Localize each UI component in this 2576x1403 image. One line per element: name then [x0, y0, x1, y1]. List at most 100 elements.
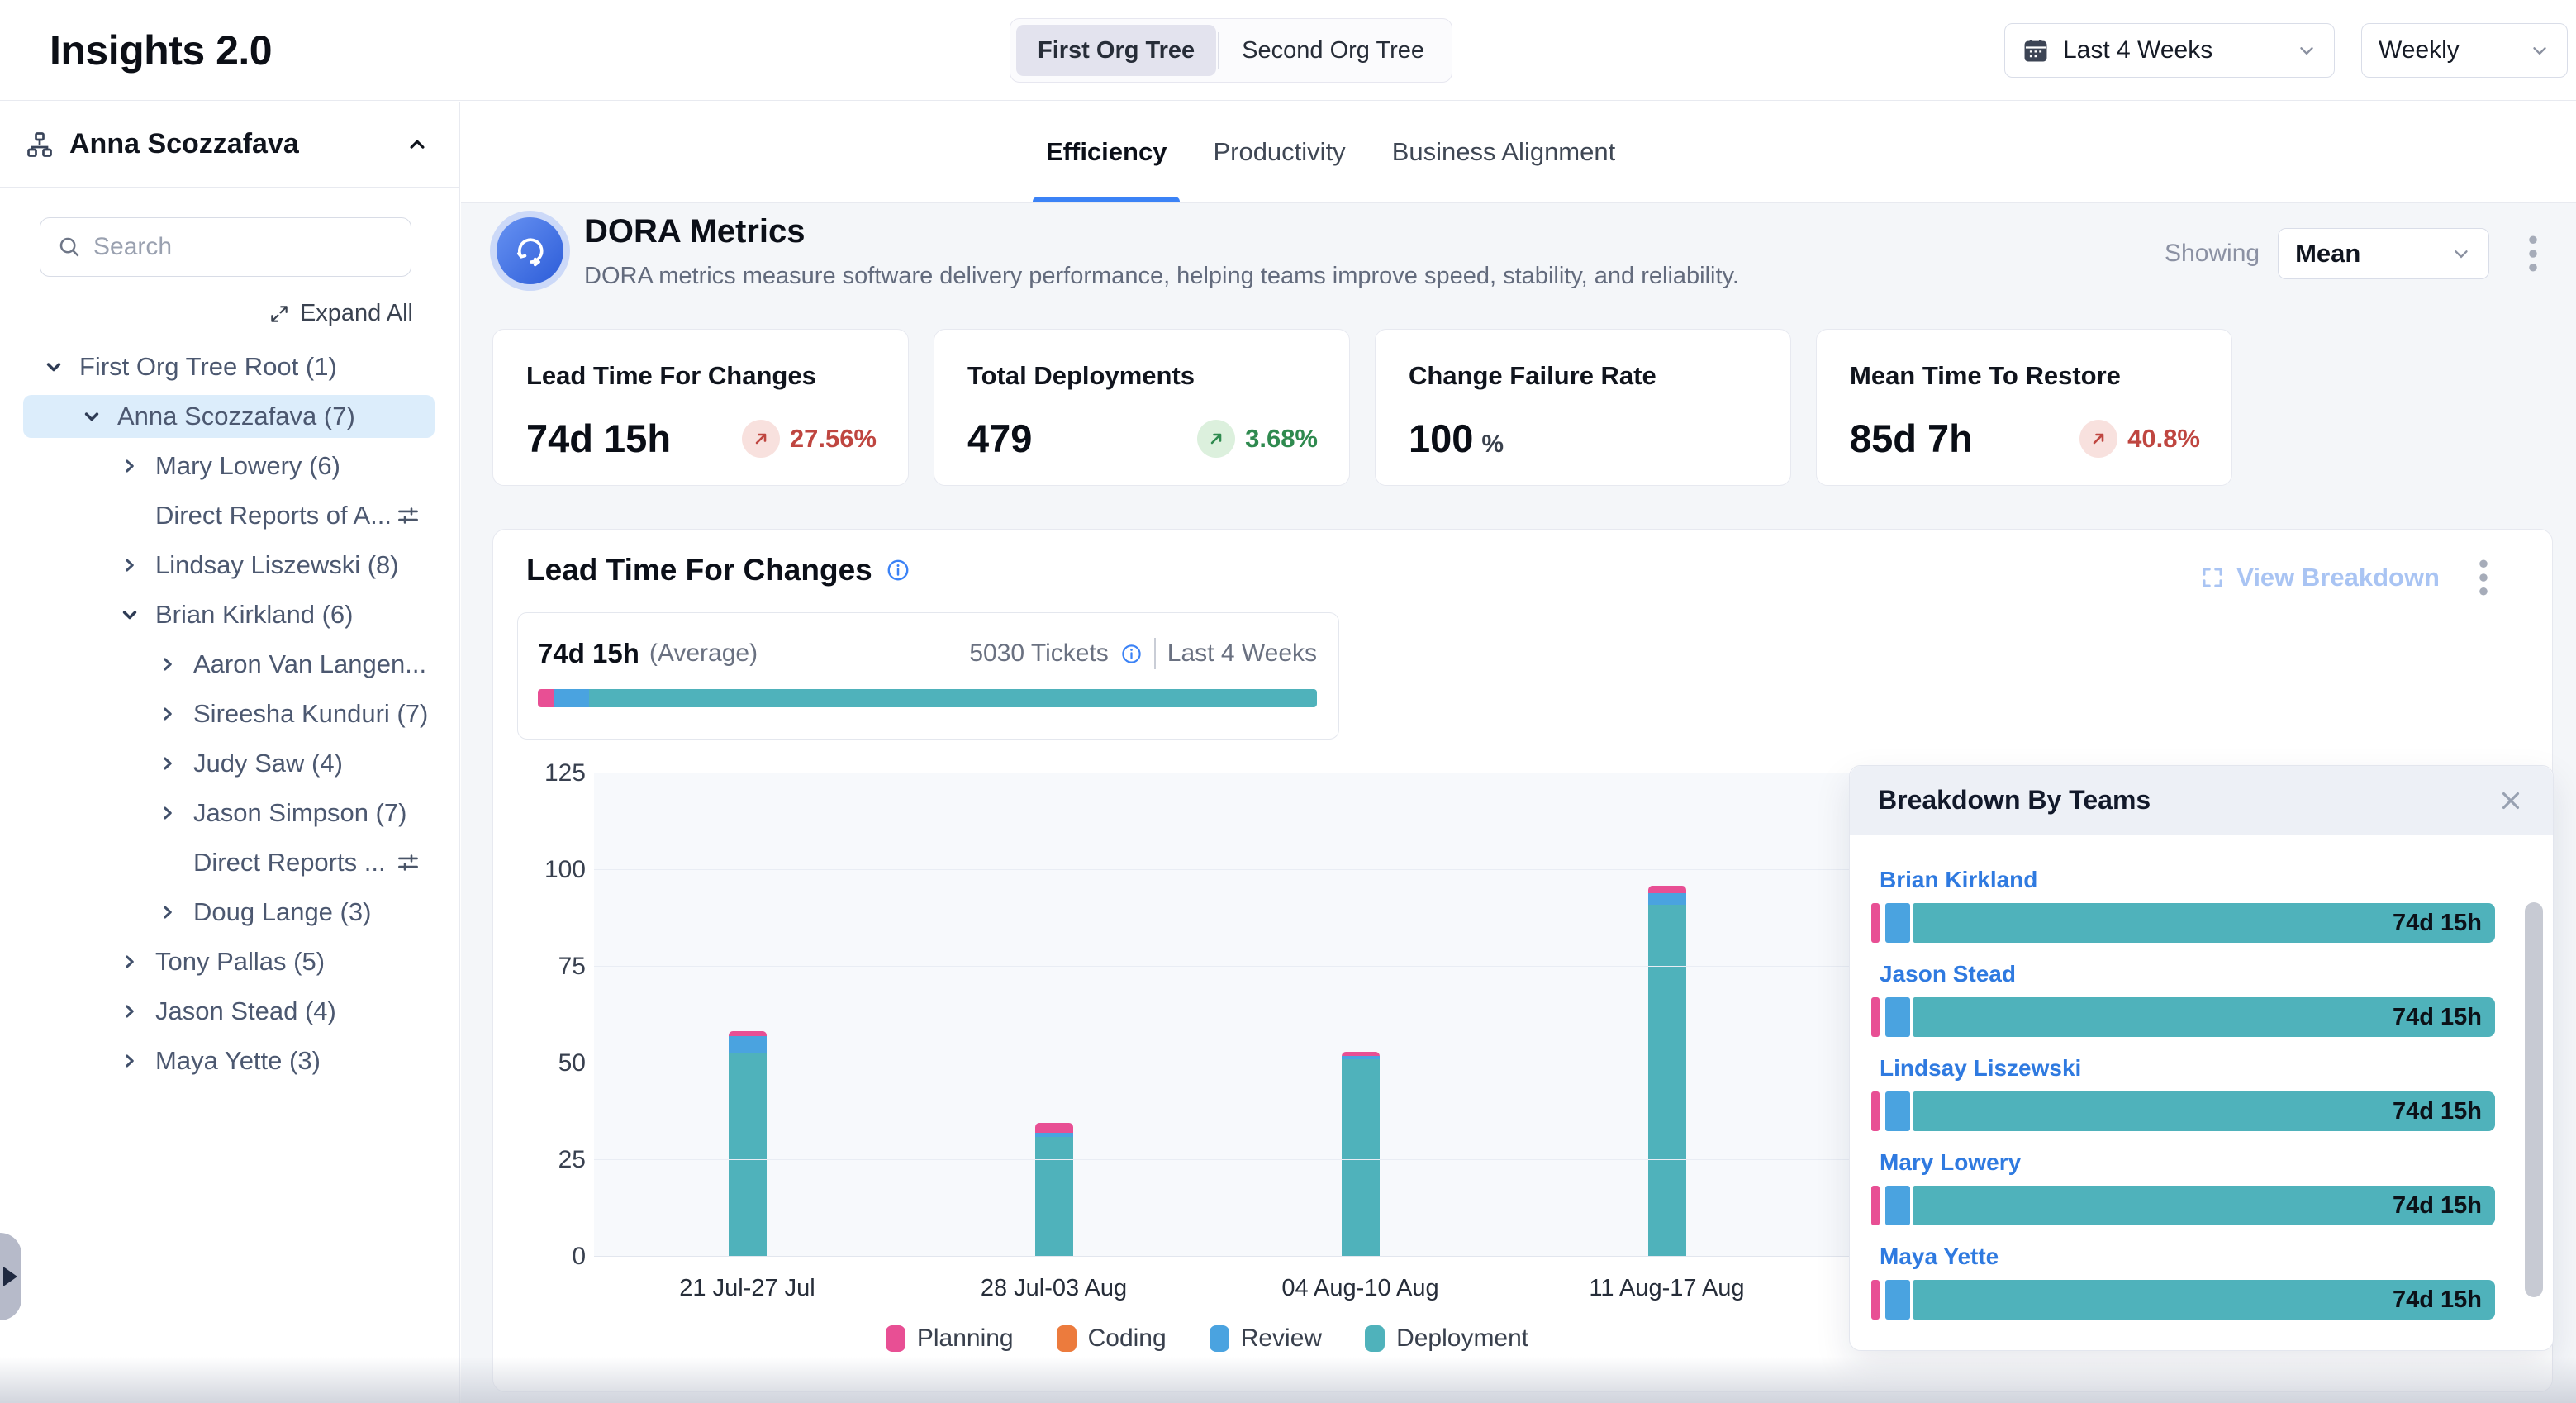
- stacked-bar[interactable]: [1342, 1052, 1380, 1257]
- chevron-right-icon[interactable]: [117, 951, 142, 973]
- x-tick-label: 28 Jul-03 Aug: [901, 1275, 1207, 1302]
- legend-item-planning[interactable]: Planning: [886, 1325, 1014, 1353]
- chevron-right-icon[interactable]: [155, 901, 180, 923]
- tree-item[interactable]: Jason Stead (4): [0, 987, 459, 1036]
- sidebar-collapse-chevron-up-icon[interactable]: [405, 132, 430, 157]
- toggle-divider: [1218, 32, 1219, 69]
- org-tree-sidebar: Anna Scozzafava Expand All First Org Tre…: [0, 102, 460, 1403]
- tree-item[interactable]: Brian Kirkland (6): [0, 590, 459, 640]
- tree-item[interactable]: Lindsay Liszewski (8): [0, 540, 459, 590]
- granularity-select[interactable]: Weekly: [2361, 23, 2568, 78]
- caret-right-icon: [3, 1267, 17, 1286]
- chart-legend: Planning Coding Review Deployment: [594, 1325, 1820, 1353]
- chevron-right-icon[interactable]: [117, 1001, 142, 1022]
- team-name-link[interactable]: Mary Lowery: [1880, 1149, 2495, 1176]
- expand-corners-icon: [2200, 565, 2225, 590]
- bar-segment-review: [1648, 893, 1686, 905]
- chevron-right-icon[interactable]: [117, 455, 142, 477]
- legend-item-coding[interactable]: Coding: [1057, 1325, 1167, 1353]
- tree-item[interactable]: Doug Lange (3): [0, 887, 459, 937]
- stacked-bar[interactable]: [1648, 886, 1686, 1257]
- chevron-down-icon[interactable]: [117, 603, 142, 626]
- tab-efficiency[interactable]: Efficiency: [1043, 102, 1170, 202]
- tree-item[interactable]: Anna Scozzafava (7): [0, 392, 459, 441]
- info-icon[interactable]: [886, 558, 910, 583]
- tab-bar: Efficiency Productivity Business Alignme…: [461, 102, 2576, 203]
- bar-segment-deployment: [1342, 1059, 1380, 1257]
- metric-value: 85d 7h: [1850, 416, 1973, 461]
- team-phase-bar[interactable]: 74d 15h: [1871, 1186, 2495, 1225]
- chevron-right-icon[interactable]: [155, 654, 180, 675]
- team-name-link[interactable]: Brian Kirkland: [1880, 867, 2495, 893]
- tree-item[interactable]: Direct Reports ...: [0, 838, 459, 887]
- section-kebab-menu-icon[interactable]: [2469, 554, 2498, 601]
- metric-title: Mean Time To Restore: [1850, 361, 2200, 391]
- summary-tickets: 5030 Tickets: [969, 640, 1108, 668]
- app-header: Insights 2.0 First Org Tree Second Org T…: [0, 0, 2576, 101]
- team-name-link[interactable]: Maya Yette: [1880, 1244, 2495, 1270]
- tree-item[interactable]: Sireesha Kunduri (7): [0, 689, 459, 739]
- dora-controls: Showing Mean: [2165, 228, 2547, 279]
- filter-sliders-icon[interactable]: [395, 849, 421, 876]
- filter-sliders-icon[interactable]: [395, 502, 421, 529]
- tree-item[interactable]: Mary Lowery (6): [0, 441, 459, 491]
- tree-item-label: Mary Lowery (6): [155, 451, 340, 481]
- tree-item[interactable]: First Org Tree Root (1): [0, 342, 459, 392]
- bar-segment-planning: [1871, 1091, 1880, 1131]
- tree-item[interactable]: Direct Reports of A...: [0, 491, 459, 540]
- stacked-bar[interactable]: [729, 1031, 767, 1257]
- chevron-right-icon[interactable]: [155, 753, 180, 774]
- bar-segment-review: [1885, 997, 1910, 1037]
- team-phase-bar[interactable]: 74d 15h: [1871, 997, 2495, 1037]
- tree-item[interactable]: Jason Simpson (7): [0, 788, 459, 838]
- close-icon[interactable]: [2497, 787, 2525, 815]
- granularity-value: Weekly: [2379, 36, 2460, 64]
- chevron-right-icon[interactable]: [117, 1050, 142, 1072]
- metric-unit: %: [1481, 430, 1504, 459]
- tree-item[interactable]: Judy Saw (4): [0, 739, 459, 788]
- tree-item-label: Direct Reports ...: [193, 848, 386, 877]
- view-breakdown-label: View Breakdown: [2236, 563, 2440, 592]
- panel-scrollbar[interactable]: [2525, 902, 2543, 1315]
- expand-all-button[interactable]: Expand All: [0, 277, 459, 337]
- team-phase-bar[interactable]: 74d 15h: [1871, 903, 2495, 943]
- y-tick-label: 25: [558, 1146, 586, 1174]
- scrollbar-thumb[interactable]: [2525, 902, 2543, 1297]
- tree-item[interactable]: Maya Yette (3): [0, 1036, 459, 1086]
- showing-select[interactable]: Mean: [2278, 228, 2489, 279]
- tree-item[interactable]: Tony Pallas (5): [0, 937, 459, 987]
- chevron-right-icon[interactable]: [155, 802, 180, 824]
- team-phase-bar[interactable]: 74d 15h: [1871, 1280, 2495, 1320]
- legend-item-deployment[interactable]: Deployment: [1365, 1325, 1528, 1353]
- chevron-right-icon[interactable]: [155, 703, 180, 725]
- chevron-right-icon[interactable]: [117, 554, 142, 576]
- sidebar-search[interactable]: [40, 217, 411, 277]
- tree-item-label: Jason Stead (4): [155, 996, 336, 1026]
- tab-productivity[interactable]: Productivity: [1210, 102, 1348, 202]
- sidebar-person-name: Anna Scozzafava: [69, 128, 299, 160]
- tree-item[interactable]: Aaron Van Langen...: [0, 640, 459, 689]
- legend-item-review[interactable]: Review: [1210, 1325, 1322, 1353]
- showing-value: Mean: [2295, 239, 2360, 269]
- sidebar-expand-handle[interactable]: [0, 1233, 21, 1320]
- trend-up-arrow-icon: [742, 420, 780, 458]
- app-title: Insights 2.0: [50, 26, 272, 74]
- chevron-down-icon[interactable]: [79, 405, 104, 428]
- summary-divider: [1154, 638, 1156, 669]
- team-phase-bar[interactable]: 74d 15h: [1871, 1091, 2495, 1131]
- tab-business-alignment[interactable]: Business Alignment: [1389, 102, 1619, 202]
- date-range-select[interactable]: Last 4 Weeks: [2004, 23, 2335, 78]
- team-name-link[interactable]: Jason Stead: [1880, 961, 2495, 987]
- view-breakdown-button[interactable]: View Breakdown: [2200, 563, 2440, 592]
- search-input[interactable]: [93, 233, 394, 261]
- dora-kebab-menu-icon[interactable]: [2519, 231, 2547, 277]
- tree-item-label: Doug Lange (3): [193, 897, 371, 927]
- stacked-bar[interactable]: [1035, 1123, 1073, 1257]
- chevron-down-icon[interactable]: [41, 355, 66, 378]
- team-name-link[interactable]: Lindsay Liszewski: [1880, 1055, 2495, 1082]
- toggle-first-org-tree[interactable]: First Org Tree: [1016, 25, 1216, 76]
- metric-delta: 27.56%: [742, 420, 877, 458]
- toggle-second-org-tree[interactable]: Second Org Tree: [1220, 25, 1446, 76]
- showing-label: Showing: [2165, 240, 2260, 268]
- info-icon[interactable]: [1120, 643, 1143, 665]
